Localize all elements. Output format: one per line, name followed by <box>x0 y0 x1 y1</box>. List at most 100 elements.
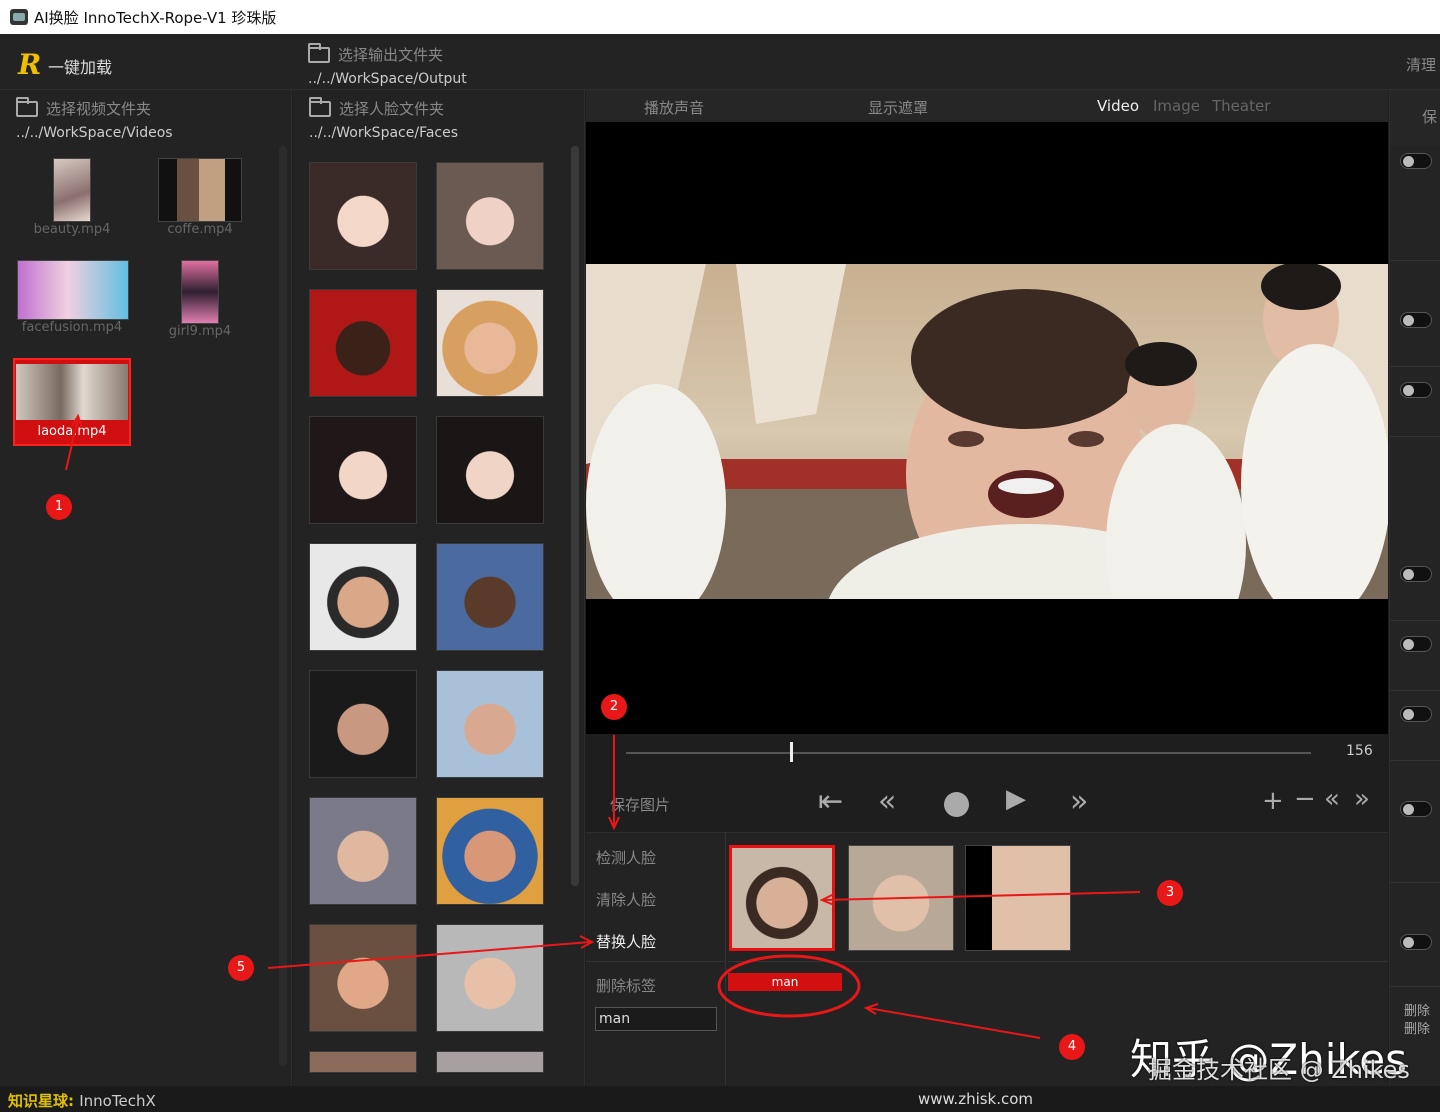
setting-toggle[interactable] <box>1400 566 1432 582</box>
tag-man-button[interactable]: man <box>728 973 842 991</box>
delete-label-2[interactable]: 删除 <box>1404 1018 1430 1037</box>
tab-image[interactable]: Image <box>1153 97 1200 115</box>
tab-theater[interactable]: Theater <box>1212 97 1270 115</box>
annotation-marker-3: 3 <box>1157 880 1183 906</box>
timeline-handle[interactable] <box>790 742 794 762</box>
delete-label-1[interactable]: 删除 <box>1404 1000 1430 1019</box>
tab-video[interactable]: Video <box>1097 97 1139 115</box>
face-thumbnail[interactable] <box>309 543 417 651</box>
video-name: coffe.mp4 <box>167 222 233 237</box>
rewind-icon[interactable]: « <box>878 784 896 819</box>
video-item[interactable]: coffe.mp4 <box>145 158 255 237</box>
output-folder-label: 选择输出文件夹 <box>338 46 444 64</box>
face-actions: 检测人脸 清除人脸 替换人脸 删除标签 man <box>586 833 726 1087</box>
detected-face[interactable] <box>965 845 1071 951</box>
timeline: 156 <box>586 734 1388 774</box>
faces-folder-label: 选择人脸文件夹 <box>339 100 445 118</box>
folder-icon <box>16 96 38 117</box>
divider <box>1390 690 1440 691</box>
video-thumbnail <box>16 364 128 420</box>
annotation-marker-5: 5 <box>228 955 254 981</box>
divider <box>1390 620 1440 621</box>
clear-faces-button[interactable]: 清除人脸 <box>596 889 656 910</box>
play-audio-toggle[interactable]: 播放声音 <box>644 97 704 118</box>
face-thumbnail[interactable] <box>309 670 417 778</box>
video-item[interactable]: beauty.mp4 <box>17 158 127 237</box>
divider <box>586 961 726 962</box>
video-thumbnail <box>17 260 129 320</box>
videos-folder-label: 选择视频文件夹 <box>46 100 152 118</box>
view-tabs: 播放声音 显示遮罩 Video Image Theater <box>586 90 1388 122</box>
face-thumbnail[interactable] <box>309 797 417 905</box>
annotation-marker-2: 2 <box>601 694 627 720</box>
next-marker-icon[interactable]: » <box>1354 784 1370 814</box>
face-thumbnail[interactable] <box>309 162 417 270</box>
face-thumbnail[interactable] <box>309 416 417 524</box>
divider <box>1390 986 1440 987</box>
video-item[interactable]: girl9.mp4 <box>145 260 255 339</box>
video-name: laoda.mp4 <box>37 424 107 439</box>
knowledge-planet-label: 知识星球: InnoTechX <box>8 1090 156 1111</box>
setting-toggle[interactable] <box>1400 636 1432 652</box>
face-thumbnail[interactable] <box>436 797 544 905</box>
face-thumbnail[interactable] <box>436 162 544 270</box>
window-titlebar: AI换脸 InnoTechX-Rope-V1 珍珠版 <box>0 0 1440 34</box>
tag-input[interactable]: man <box>595 1007 717 1031</box>
videos-scrollbar[interactable] <box>279 146 287 1066</box>
output-folder-button[interactable]: 选择输出文件夹 ../../WorkSpace/Output <box>308 42 467 87</box>
face-thumbnail[interactable] <box>309 1051 417 1073</box>
setting-toggle[interactable] <box>1400 382 1432 398</box>
status-bar: 知识星球: InnoTechX www.zhisk.com <box>0 1086 1440 1112</box>
clear-button[interactable]: 清理 <box>1406 54 1436 75</box>
annotation-marker-4: 4 <box>1059 1034 1085 1060</box>
show-mask-toggle[interactable]: 显示遮罩 <box>868 97 928 118</box>
watermark-juejin: 掘金技术社区 @ Zhikes <box>1148 1056 1410 1084</box>
swap-faces-button[interactable]: 替换人脸 <box>596 931 656 952</box>
video-name: beauty.mp4 <box>33 222 111 237</box>
folder-icon <box>309 96 331 117</box>
timeline-track[interactable] <box>626 752 1311 754</box>
app-icon <box>10 9 28 25</box>
skip-start-icon[interactable]: ⇤ <box>818 784 843 819</box>
video-thumbnail <box>181 260 219 324</box>
video-preview[interactable] <box>586 122 1388 734</box>
face-thumbnail[interactable] <box>436 924 544 1032</box>
detected-face[interactable] <box>848 845 954 951</box>
zoom-in-icon[interactable]: + <box>1262 786 1284 816</box>
faces-scrollbar[interactable] <box>571 146 579 886</box>
face-thumbnail[interactable] <box>309 289 417 397</box>
setting-toggle[interactable] <box>1400 312 1432 328</box>
save-image-button[interactable]: 保存图片 <box>610 794 670 815</box>
detected-face-selected[interactable] <box>729 845 835 951</box>
setting-toggle[interactable] <box>1400 153 1432 169</box>
detect-faces-button[interactable]: 检测人脸 <box>596 847 656 868</box>
face-thumbnail[interactable] <box>436 670 544 778</box>
video-frame <box>586 264 1388 599</box>
delete-tag-button[interactable]: 删除标签 <box>596 975 656 996</box>
prev-marker-icon[interactable]: « <box>1324 784 1340 814</box>
face-thumbnail[interactable] <box>309 924 417 1032</box>
face-thumbnail[interactable] <box>436 543 544 651</box>
faces-panel: 选择人脸文件夹 ../../WorkSpace/Faces <box>293 90 585 1086</box>
right-tab-header: 保 <box>1390 90 1440 146</box>
top-bar: R 一键加载 选择输出文件夹 ../../WorkSpace/Output 清理 <box>0 34 1440 90</box>
play-icon[interactable]: ▶ <box>1006 784 1026 814</box>
rope-logo-icon: R <box>18 48 42 81</box>
face-thumbnail[interactable] <box>436 416 544 524</box>
videos-folder-button[interactable]: 选择视频文件夹 ../../WorkSpace/Videos <box>16 96 173 141</box>
video-item-selected[interactable]: laoda.mp4 <box>13 358 131 446</box>
setting-toggle[interactable] <box>1400 934 1432 950</box>
setting-toggle[interactable] <box>1400 706 1432 722</box>
star-label: 知识星球: <box>8 1092 74 1110</box>
record-icon[interactable] <box>944 792 969 817</box>
setting-toggle[interactable] <box>1400 801 1432 817</box>
divider <box>1390 436 1440 437</box>
faces-folder-button[interactable]: 选择人脸文件夹 ../../WorkSpace/Faces <box>309 96 458 141</box>
video-item[interactable]: facefusion.mp4 <box>17 260 129 335</box>
one-click-load-button[interactable]: 一键加载 <box>48 54 112 78</box>
face-thumbnail[interactable] <box>436 289 544 397</box>
video-thumbnail <box>53 158 91 222</box>
face-thumbnail[interactable] <box>436 1051 544 1073</box>
zoom-out-icon[interactable]: − <box>1294 784 1316 814</box>
fast-forward-icon[interactable]: » <box>1070 784 1088 819</box>
